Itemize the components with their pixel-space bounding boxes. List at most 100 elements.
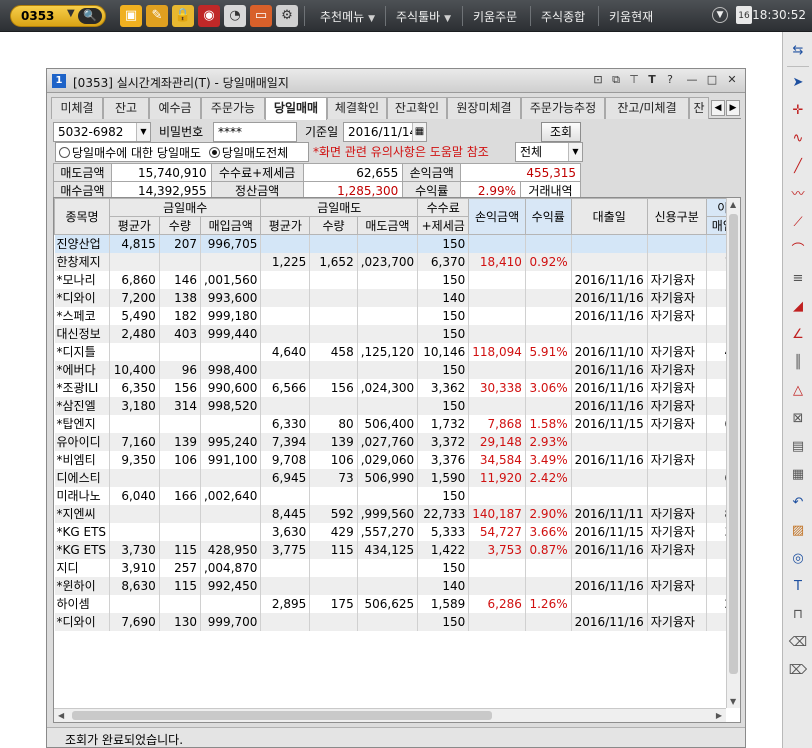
brush-icon[interactable]: ✎ xyxy=(146,5,168,27)
col-buy-avg-header[interactable]: 평균가 xyxy=(109,216,160,235)
search-icon[interactable]: 🔍 xyxy=(78,8,102,24)
col-loan-date-header[interactable]: 대출일 xyxy=(570,198,648,235)
scroll-down-icon[interactable]: ▼ xyxy=(730,697,736,706)
cross-grid-icon[interactable]: ⊠ xyxy=(786,408,810,430)
table-row[interactable]: *디와이 7,690 130 999,700 150 2016/11/16 자기융자 xyxy=(54,612,740,631)
text-tool-icon[interactable]: T xyxy=(786,576,810,598)
table-row[interactable]: *디와이 7,200 138 993,600 140 2016/11/16 자기융자 xyxy=(54,288,740,307)
tab-scroll-left-icon[interactable]: ◀ xyxy=(711,100,725,116)
tab-deposit[interactable]: 예수금 xyxy=(149,97,201,119)
fan-icon[interactable]: ◢ xyxy=(786,296,810,318)
scroll-up-icon[interactable]: ▲ xyxy=(730,200,736,209)
vertical-scrollbar[interactable]: ▲ ▼ xyxy=(726,198,740,708)
col-sell-avg-header[interactable]: 평균가 xyxy=(260,216,311,235)
tab-more[interactable]: 잔 xyxy=(689,97,709,119)
account-select[interactable]: 5032-6982 ▼ xyxy=(53,122,151,142)
monitor-icon[interactable]: ▭ xyxy=(250,5,272,27)
clock-icon[interactable]: ◔ xyxy=(224,5,246,27)
chevron-down-icon[interactable]: ▼ xyxy=(136,123,150,141)
tab-orderable[interactable]: 주문가능 xyxy=(201,97,265,119)
ruler-icon[interactable]: ▤ xyxy=(786,436,810,458)
table-row[interactable]: 하이셈2,895175506,6251,5896,2861.26%2, xyxy=(54,594,740,613)
save-icon[interactable]: ▣ xyxy=(120,5,142,27)
line-icon[interactable]: ╱ xyxy=(786,156,810,178)
scrollbar-thumb[interactable] xyxy=(729,214,738,674)
table-row[interactable]: 대신정보 2,480 403 999,440 150 xyxy=(54,324,740,343)
table-icon[interactable]: ▦ xyxy=(786,464,810,486)
tab-balance-check[interactable]: 잔고확인 xyxy=(387,97,447,119)
copy-window-icon[interactable]: ⧉ xyxy=(609,73,623,87)
trendline-icon[interactable]: ∿ xyxy=(786,128,810,150)
tab-unfilled[interactable]: 미체결 xyxy=(51,97,103,119)
col-sell-qty-header[interactable]: 수량 xyxy=(309,216,358,235)
wave-icon[interactable]: 〰 xyxy=(786,184,810,206)
grid-lines-icon[interactable]: ≡ xyxy=(786,268,810,290)
eraser-all-icon[interactable]: ⌦ xyxy=(786,660,810,682)
filter-select[interactable]: 전체 ▼ xyxy=(515,142,583,162)
chevron-down-icon[interactable]: ▼ xyxy=(568,143,582,161)
screen-code-value[interactable]: 0353 xyxy=(21,9,54,23)
close-icon[interactable]: ✕ xyxy=(725,73,739,87)
triangle-icon[interactable]: △ xyxy=(786,380,810,402)
table-row[interactable]: *비엠티 9,350 106 991,100 9,708 106,029,060 3,376… xyxy=(54,450,740,469)
screen-code-combo[interactable]: 0353 ▼ 🔍 xyxy=(10,5,106,27)
vertical-lines-icon[interactable]: ║ xyxy=(786,352,810,374)
circle-icon[interactable]: ◎ xyxy=(786,548,810,570)
tab-ledger-unfilled[interactable]: 원장미체결 xyxy=(447,97,521,119)
query-button[interactable]: 조회 xyxy=(541,122,581,142)
menu-stock-toolbar[interactable]: 주식툴바 ▼ xyxy=(396,8,451,25)
col-sell-amt-header[interactable]: 매도금액 xyxy=(356,216,419,235)
scrollbar-thumb[interactable] xyxy=(72,711,492,720)
chart-box-icon[interactable]: ▨ xyxy=(786,520,810,542)
table-row[interactable]: *지엔씨 8,445 592,999,560 22,733 140,187 2.90% 20… xyxy=(54,504,740,523)
table-row[interactable]: 지디 3,910 257,004,870 150 xyxy=(54,558,740,577)
menu-kiwoom-current[interactable]: 키움현재 xyxy=(609,8,653,25)
crosshair-icon[interactable]: ✛ xyxy=(786,100,810,122)
link-icon[interactable]: ⊡ xyxy=(591,73,605,87)
minimize-icon[interactable]: — xyxy=(685,73,699,87)
tab-balance[interactable]: 잔고 xyxy=(103,97,149,119)
swap-icon[interactable]: ⇆ xyxy=(786,40,810,62)
angle-icon[interactable]: ∠ xyxy=(786,324,810,346)
table-row[interactable]: *KG ETS 3,730 115 428,950 3,775 115 434,125 1,4… xyxy=(54,540,740,559)
menu-recommended[interactable]: 추천메뉴 ▼ xyxy=(320,8,375,25)
table-row[interactable]: *윈하이 8,630 115 992,450 140 2016/11/16 자기융자 xyxy=(54,576,740,595)
text-size-icon[interactable]: T xyxy=(645,73,659,87)
tab-execution-check[interactable]: 체결확인 xyxy=(327,97,387,119)
eraser-icon[interactable]: ⌫ xyxy=(786,632,810,654)
help-icon[interactable]: ? xyxy=(663,73,677,87)
maximize-icon[interactable]: □ xyxy=(705,73,719,87)
scroll-left-icon[interactable]: ◀ xyxy=(58,711,64,720)
table-row[interactable]: 진양산업 4,815 207 996,705 150 xyxy=(54,234,740,253)
curve-icon[interactable]: ⌒ xyxy=(786,240,810,262)
col-buy-qty-header[interactable]: 수량 xyxy=(158,216,201,235)
diagonal-line-icon[interactable]: ⟋ xyxy=(786,212,810,234)
col-credit-header[interactable]: 신용구분 xyxy=(646,198,707,235)
pin-icon[interactable]: ⊤ xyxy=(627,73,641,87)
date-field[interactable]: 2016/11/14 ▦ xyxy=(343,122,427,142)
table-row[interactable]: *모나리 6,860 146,001,560 150 2016/11/16 자기융자 xyxy=(54,270,740,289)
table-row[interactable]: *스페코 5,490 182 999,180 150 2016/11/16 자기융자 xyxy=(54,306,740,325)
camera-icon[interactable]: ◉ xyxy=(198,5,220,27)
calendar-icon[interactable]: ▦ xyxy=(412,123,426,141)
table-row[interactable]: *탑엔지 6,330 80 506,400 1,732 7,868 1.58% 2016/11… xyxy=(54,414,740,433)
undo-arrow-icon[interactable]: ↶ xyxy=(786,492,810,514)
table-row[interactable]: 유아이디 7,160 139 995,240 7,394 139,027,760 3,372… xyxy=(54,432,740,451)
pointer-icon[interactable]: ➤ xyxy=(786,72,810,94)
window-titlebar[interactable]: 1 [0353] 실시간계좌관리(T) - 당일매매일지 ⊡ ⧉ ⊤ T ? —… xyxy=(47,69,745,93)
tab-orderable-estimate[interactable]: 주문가능추정 xyxy=(521,97,605,119)
table-row[interactable]: *에버다 10,400 96 998,400 150 2016/11/16 자기융자 xyxy=(54,360,740,379)
scroll-right-icon[interactable]: ▶ xyxy=(716,711,722,720)
table-row[interactable]: *KG ETS 3,630 429,557,270 5,333 54,727 3.66% 2… xyxy=(54,522,740,541)
gear-icon[interactable]: ⚙ xyxy=(276,5,298,27)
table-row[interactable]: *삼진엘 3,180 314 998,520 150 2016/11/16 자기융자 xyxy=(54,396,740,415)
table-row[interactable]: 미래나노 6,040 166,002,640 150 xyxy=(54,486,740,505)
table-row[interactable]: 디에스티6,94573506,9901,59011,9202.42%6, xyxy=(54,468,740,487)
tab-scroll-right-icon[interactable]: ▶ xyxy=(726,100,740,116)
table-row[interactable]: 한창제지1,2251,652,023,7006,37018,4100.92%1, xyxy=(54,252,740,271)
table-row[interactable]: *조광ILI 6,350 156 990,600 6,566 156,024,300 3,3… xyxy=(54,378,740,397)
table-row[interactable]: *디지틀 4,640 458,125,120 10,146 118,094 5.91% 20… xyxy=(54,342,740,361)
col-fee-header-bottom[interactable]: +제세금 xyxy=(417,216,470,235)
col-pnl-header[interactable]: 손익금액 xyxy=(468,198,526,235)
menu-kiwoom-order[interactable]: 키움주문 xyxy=(473,8,517,25)
